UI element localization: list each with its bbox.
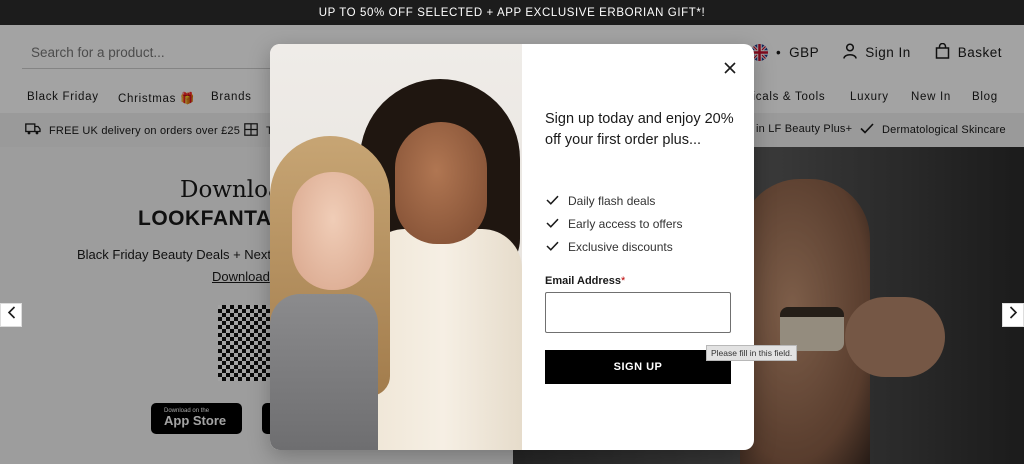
modal-content: Sign up today and enjoy 20% off your fir… <box>522 44 754 450</box>
benefit-item: Early access to offers <box>546 212 683 235</box>
benefit-text: Exclusive discounts <box>568 239 673 254</box>
check-icon <box>546 240 559 254</box>
photo-model-one-shirt <box>270 294 378 450</box>
modal-models-photo <box>270 44 522 450</box>
photo-model-two-face <box>395 122 487 244</box>
carousel-next-button[interactable] <box>1002 303 1024 327</box>
chevron-left-icon <box>7 306 16 324</box>
chevron-right-icon <box>1009 306 1018 324</box>
email-label-text: Email Address <box>545 275 622 287</box>
carousel-prev-button[interactable] <box>0 303 22 327</box>
benefit-text: Daily flash deals <box>568 193 656 208</box>
sign-up-button[interactable]: SIGN UP <box>545 350 731 384</box>
email-field[interactable] <box>545 292 731 333</box>
required-mark: * <box>621 275 626 287</box>
signup-modal: Sign up today and enjoy 20% off your fir… <box>270 44 754 450</box>
promo-banner[interactable]: UP TO 50% OFF SELECTED + APP EXCLUSIVE E… <box>0 0 1024 25</box>
benefits-list: Daily flash deals Early access to offers… <box>546 189 683 258</box>
close-icon <box>724 61 736 79</box>
promo-text: UP TO 50% OFF SELECTED + APP EXCLUSIVE E… <box>318 6 706 19</box>
benefit-text: Early access to offers <box>568 216 683 231</box>
modal-headline: Sign up today and enjoy 20% off your fir… <box>545 111 734 148</box>
close-button[interactable] <box>721 61 739 79</box>
check-icon <box>546 217 559 231</box>
validation-tooltip: Please fill in this field. <box>706 345 798 361</box>
photo-model-one-face <box>292 172 374 290</box>
email-label: Email Address* <box>545 275 625 287</box>
benefit-item: Daily flash deals <box>546 189 683 212</box>
benefit-item: Exclusive discounts <box>546 235 683 258</box>
check-icon <box>546 194 559 208</box>
